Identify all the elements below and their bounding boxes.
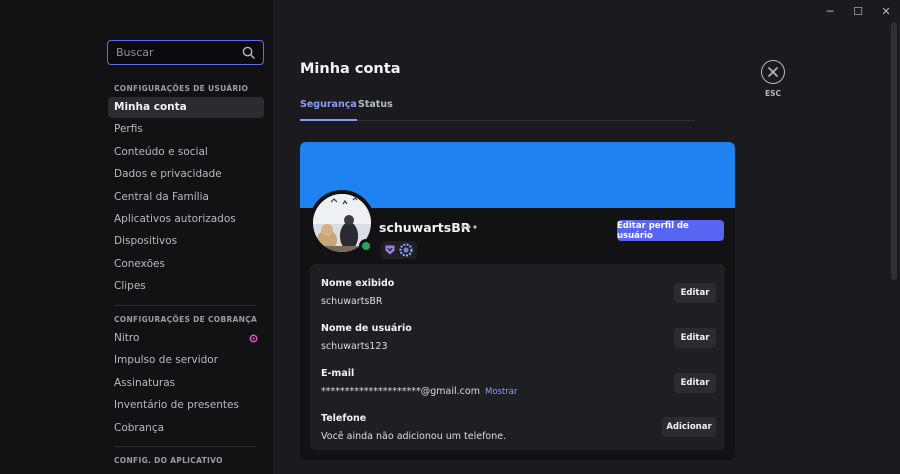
online-status-indicator <box>359 239 373 253</box>
profile-card: schuwartsBR Editar perfil de usuário Nom… <box>300 142 735 460</box>
billing-settings-header: CONFIGURAÇÕES DE COBRANÇA <box>114 315 258 324</box>
main-content: Minha conta Segurança Status ESC schuwar… <box>273 0 900 474</box>
minimize-button[interactable]: ─ <box>816 0 844 22</box>
phone-label: Telefone <box>321 413 367 424</box>
sidebar-divider <box>114 446 256 447</box>
phone-value: Você ainda não adicionou um telefone. <box>321 431 507 442</box>
sidebar-item-nitro[interactable]: Nitro <box>108 328 264 349</box>
nitro-badge-icon[interactable] <box>384 244 396 256</box>
maximize-button[interactable]: ☐ <box>844 0 872 22</box>
edit-user-profile-button[interactable]: Editar perfil de usuário <box>617 220 724 241</box>
profile-badges <box>381 241 417 259</box>
sidebar-divider <box>114 305 256 306</box>
display-name-field: Nome exibido schuwartsBR Editar <box>321 278 716 307</box>
sidebar-item-data-privacy[interactable]: Dados e privacidade <box>108 164 264 185</box>
username-value: schuwarts123 <box>321 341 388 352</box>
phone-field: Telefone Você ainda não adicionou um tel… <box>321 413 716 442</box>
sidebar-item-billing[interactable]: Cobrança <box>108 418 264 439</box>
page-title: Minha conta <box>300 61 401 77</box>
search-icon <box>242 46 255 59</box>
search-box[interactable] <box>107 40 264 65</box>
close-settings-button[interactable] <box>761 60 785 84</box>
close-window-button[interactable]: ✕ <box>872 0 900 22</box>
scrollbar[interactable] <box>891 22 897 280</box>
email-value: *********************@gmail.com <box>321 386 480 397</box>
sidebar-item-subscriptions[interactable]: Assinaturas <box>108 373 264 394</box>
edit-display-name-button[interactable]: Editar <box>674 283 716 303</box>
close-settings[interactable]: ESC <box>760 60 786 98</box>
close-icon <box>768 67 778 77</box>
tab-status[interactable]: Status <box>358 99 393 121</box>
user-settings-header: CONFIGURAÇÕES DE USUÁRIO <box>114 84 249 93</box>
email-label: E-mail <box>321 368 355 379</box>
email-field: E-mail *********************@gmail.com M… <box>321 368 716 397</box>
username-field: Nome de usuário schuwarts123 Editar <box>321 323 716 352</box>
add-phone-button[interactable]: Adicionar <box>662 417 716 437</box>
display-name-label: Nome exibido <box>321 278 395 289</box>
username-label: Nome de usuário <box>321 323 412 334</box>
sidebar-item-server-boost[interactable]: Impulso de servidor <box>108 350 264 371</box>
sidebar-item-content-social[interactable]: Conteúdo e social <box>108 142 264 163</box>
boost-badge-icon[interactable] <box>399 243 413 257</box>
sidebar-item-connections[interactable]: Conexões <box>108 254 264 275</box>
sidebar-item-family-center[interactable]: Central da Família <box>108 187 264 208</box>
sidebar-item-authorized-apps[interactable]: Aplicativos autorizados <box>108 209 264 230</box>
sidebar-item-gift-inventory[interactable]: Inventário de presentes <box>108 395 264 416</box>
sidebar-item-devices[interactable]: Dispositivos <box>108 231 264 252</box>
edit-email-button[interactable]: Editar <box>674 373 716 393</box>
settings-sidebar: CONFIGURAÇÕES DE USUÁRIO Minha conta Per… <box>0 0 273 474</box>
window-controls: ─ ☐ ✕ <box>816 0 900 22</box>
sidebar-item-clips[interactable]: Clipes <box>108 276 264 297</box>
show-email-link[interactable]: Mostrar <box>485 387 518 397</box>
profile-username: schuwartsBR <box>379 220 471 235</box>
tab-bar: Segurança Status <box>300 99 695 121</box>
sidebar-item-label: Nitro <box>114 332 140 344</box>
search-input[interactable] <box>116 44 234 61</box>
account-info-panel: Nome exibido schuwartsBR Editar Nome de … <box>310 264 725 450</box>
email-value-row: *********************@gmail.com Mostrar <box>321 386 716 397</box>
app-settings-header: CONFIG. DO APLICATIVO <box>114 456 223 465</box>
nitro-icon <box>249 334 258 343</box>
edit-username-button[interactable]: Editar <box>674 328 716 348</box>
sidebar-item-profiles[interactable]: Perfis <box>108 119 264 140</box>
more-options-icon[interactable] <box>460 222 478 232</box>
display-name-value: schuwartsBR <box>321 296 383 307</box>
profile-banner <box>300 142 735 208</box>
sidebar-item-my-account[interactable]: Minha conta <box>108 97 264 118</box>
tab-security[interactable]: Segurança <box>300 99 357 121</box>
esc-label: ESC <box>764 89 782 98</box>
